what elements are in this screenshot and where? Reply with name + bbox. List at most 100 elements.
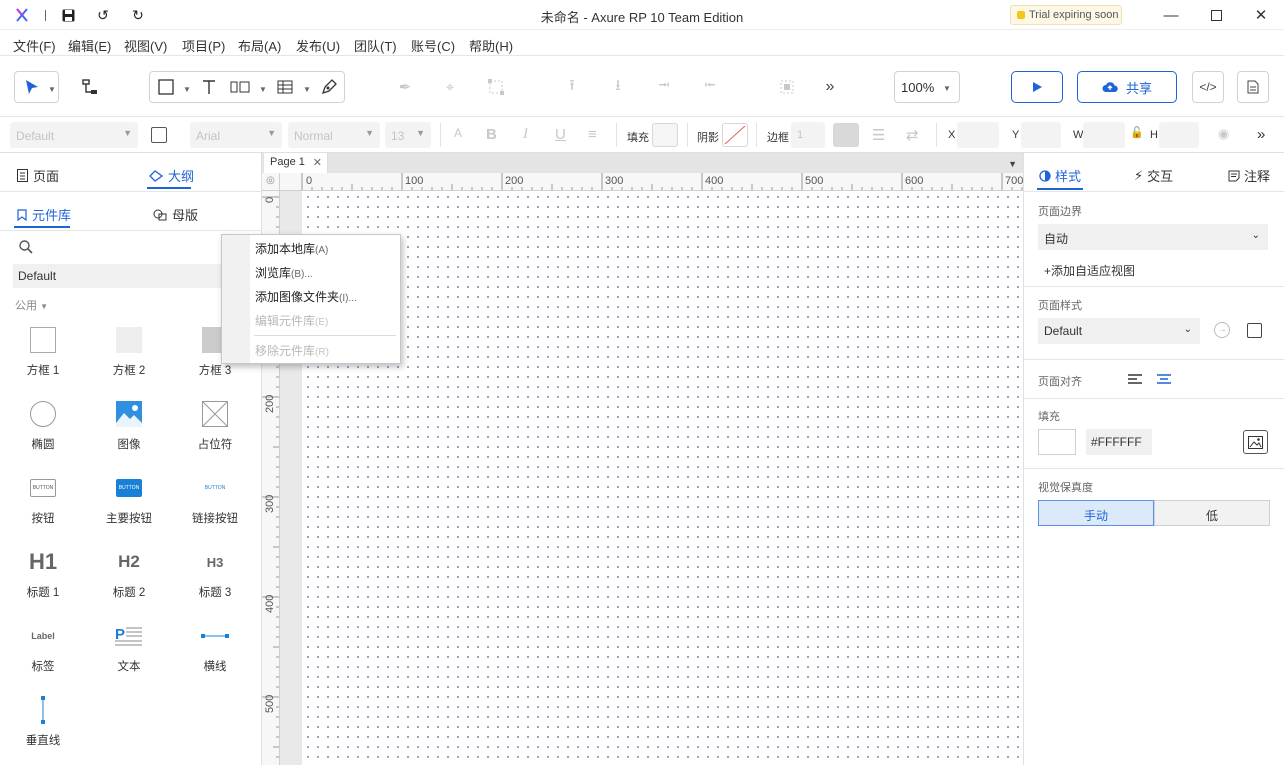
select-tool-button[interactable] (16, 71, 48, 103)
widget-group-header[interactable]: 公用 ▼ (15, 297, 48, 313)
menu-team[interactable]: 团队(T) (354, 36, 397, 55)
widget-heading-3[interactable]: H3 标题 3 (172, 548, 258, 608)
h-input[interactable] (1159, 122, 1199, 148)
maximize-icon[interactable] (1201, 4, 1231, 26)
font-family-select[interactable]: Arial ▼ (190, 122, 282, 148)
arrow-style-icon[interactable]: ⇄ (906, 126, 919, 144)
preview-button[interactable] (1011, 71, 1063, 103)
style-select[interactable]: Default ▼ (10, 122, 138, 148)
y-input[interactable] (1021, 122, 1061, 148)
widget-box-1[interactable]: 方框 1 (0, 326, 86, 386)
notes-document-button[interactable] (1237, 71, 1269, 103)
font-size-select[interactable]: 13 ▼ (385, 122, 431, 148)
design-canvas[interactable] (302, 191, 1023, 765)
widget-heading-2[interactable]: H2 标题 2 (86, 548, 172, 608)
border-color-swatch[interactable] (833, 123, 859, 147)
shadow-swatch[interactable] (722, 123, 748, 147)
fill-color-swatch[interactable] (1038, 429, 1076, 455)
widget-placeholder[interactable]: 占位符 (172, 400, 258, 460)
menu-item-browse-library[interactable]: 浏览库(B)... (255, 264, 313, 281)
fill-hex-input[interactable]: #FFFFFF (1086, 429, 1152, 455)
page-tab[interactable]: Page 1 ✕ (264, 153, 328, 173)
italic-icon[interactable]: I (523, 126, 528, 143)
menu-account[interactable]: 账号(C) (411, 36, 455, 55)
minimize-icon[interactable]: — (1156, 4, 1186, 26)
page-bounds-select[interactable]: 自动 ⌄ (1038, 224, 1268, 250)
group-icon[interactable] (771, 71, 803, 103)
menu-item-add-image-folder[interactable]: 添加图像文件夹(I)... (255, 288, 357, 305)
style-manage-icon[interactable] (151, 127, 167, 143)
zoom-select[interactable]: 100% ▼ (894, 71, 960, 103)
close-icon[interactable]: ✕ (1246, 4, 1276, 26)
bring-to-front-icon[interactable]: ⭱ (556, 71, 588, 103)
fidelity-low-button[interactable]: 低 (1154, 500, 1270, 526)
tab-notes[interactable]: 注释 (1228, 166, 1270, 185)
format-painter-icon[interactable]: ✒ (389, 71, 421, 103)
send-backward-icon[interactable]: ⭲ (648, 71, 680, 103)
more-tools-icon[interactable]: » (814, 71, 846, 103)
pen-tool-button[interactable] (313, 71, 345, 103)
style-manager-icon[interactable] (1247, 323, 1262, 338)
widget-link-button[interactable]: BUTTON 链接按钮 (172, 474, 258, 534)
tab-style[interactable]: 样式 (1039, 166, 1081, 185)
add-adaptive-view-link[interactable]: +添加自适应视图 (1044, 262, 1135, 279)
menu-item-add-local-library[interactable]: 添加本地库(A) (255, 240, 328, 257)
widget-image[interactable]: 图像 (86, 400, 172, 460)
tab-overflow-icon[interactable]: ▼ (1008, 159, 1017, 169)
menu-view[interactable]: 视图(V) (124, 36, 167, 55)
widget-vertical-line[interactable]: 垂直线 (0, 696, 86, 756)
w-input[interactable] (1083, 122, 1125, 148)
rectangle-tool-button[interactable] (150, 71, 182, 103)
tab-outline[interactable]: 大纲 (149, 166, 194, 185)
fill-color-swatch[interactable] (652, 123, 678, 147)
widget-box-2[interactable]: 方框 2 (86, 326, 172, 386)
dynamic-panel-tool-button[interactable] (224, 71, 256, 103)
align-left-icon[interactable] (1128, 373, 1142, 385)
menu-help[interactable]: 帮助(H) (469, 36, 513, 55)
visibility-icon[interactable]: ◉ (1218, 126, 1229, 142)
border-style-icon[interactable]: ☰ (872, 126, 885, 144)
text-tool-button[interactable] (193, 71, 225, 103)
tab-library[interactable]: 元件库 (17, 205, 71, 224)
border-width-input[interactable]: 1 (791, 122, 825, 148)
menu-file[interactable]: 文件(F) (13, 36, 56, 55)
widget-button[interactable]: BUTTON 按钮 (0, 474, 86, 534)
menu-edit[interactable]: 编辑(E) (68, 36, 111, 55)
lock-icon[interactable]: 🔓 (1130, 126, 1144, 139)
trial-badge[interactable]: Trial expiring soon (1010, 5, 1122, 25)
tab-interactions[interactable]: ⚡︎ 交互 (1134, 166, 1173, 185)
code-inspect-button[interactable]: </> (1192, 71, 1224, 103)
fidelity-manual-button[interactable]: 手动 (1038, 500, 1154, 526)
x-input[interactable] (957, 122, 999, 148)
bold-icon[interactable]: B (486, 126, 497, 143)
widget-horizontal-line[interactable]: 横线 (172, 622, 258, 682)
underline-icon[interactable]: U (555, 126, 566, 143)
widget-ellipse[interactable]: 椭圆 (0, 400, 86, 460)
connector-tool-button[interactable] (74, 71, 106, 103)
crop-icon[interactable]: ⌖ (434, 71, 466, 103)
close-tab-icon[interactable]: ✕ (313, 156, 322, 169)
share-button[interactable]: 共享 (1077, 71, 1177, 103)
tab-masters[interactable]: 母版 (153, 205, 198, 224)
menu-project[interactable]: 项目(P) (182, 36, 225, 55)
apply-style-icon[interactable]: → (1214, 322, 1230, 338)
fill-image-button[interactable] (1243, 430, 1268, 454)
table-tool-button[interactable] (269, 71, 301, 103)
chevron-down-icon[interactable]: ▼ (48, 85, 56, 94)
font-color-icon[interactable]: A (454, 126, 462, 140)
widget-label-item[interactable]: Label 标签 (0, 622, 86, 682)
align-center-icon[interactable] (1157, 373, 1171, 385)
ruler-origin-icon[interactable]: ◎ (262, 173, 280, 191)
chevron-down-icon[interactable]: ▼ (259, 85, 267, 94)
library-select[interactable]: Default (13, 264, 253, 288)
widget-text[interactable]: P 文本 (86, 622, 172, 682)
tab-pages[interactable]: 页面 (17, 166, 59, 185)
page-style-select[interactable]: Default ⌄ (1038, 318, 1200, 344)
font-weight-select[interactable]: Normal ▼ (288, 122, 380, 148)
chevron-down-icon[interactable]: ▼ (303, 85, 311, 94)
list-icon[interactable]: ≡ (588, 126, 597, 143)
widget-heading-1[interactable]: H1 标题 1 (0, 548, 86, 608)
send-to-back-icon[interactable]: ⭰ (694, 71, 726, 103)
widget-primary-button[interactable]: BUTTON 主要按钮 (86, 474, 172, 534)
menu-layout[interactable]: 布局(A) (238, 36, 281, 55)
